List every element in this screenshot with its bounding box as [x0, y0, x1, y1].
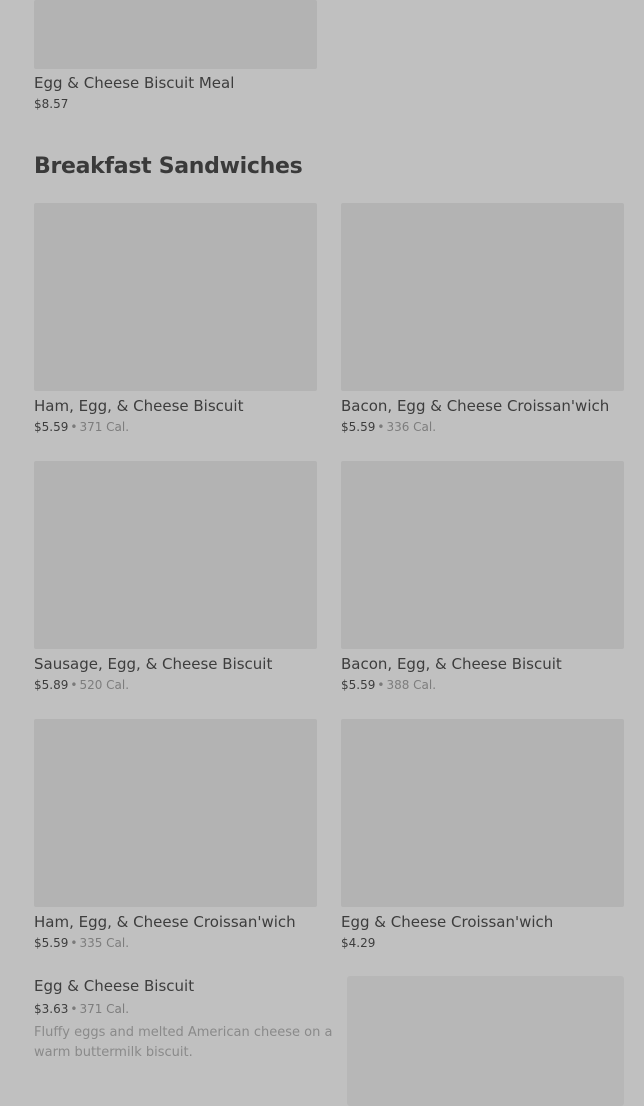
menu-item-card[interactable]: Ham, Egg, & Cheese Biscuit $5.59 • 371 Cal… [34, 203, 317, 435]
menu-item-meta: $5.59 • 388 Cal. [341, 677, 624, 693]
separator-dot: • [377, 678, 385, 692]
menu-item-meta: $4.29 [341, 935, 624, 951]
menu-item-name: Ham, Egg, & Cheese Croissan'wich [34, 913, 296, 931]
menu-item-calories: 371 Cal. [79, 420, 130, 434]
menu-item-image [34, 0, 317, 69]
menu-item-card[interactable]: Ham, Egg, & Cheese Croissan'wich $5.59 • 3… [34, 719, 317, 951]
menu-item-image [341, 203, 624, 391]
menu-item-price: $3.63 [34, 1002, 69, 1016]
menu-item-card[interactable]: Egg & Cheese Croissan'wich $4.29 [341, 719, 624, 951]
section-title: Breakfast Sandwiches [34, 154, 303, 179]
separator-dot: • [70, 678, 78, 692]
menu-item-price: $5.89 [34, 678, 69, 692]
menu-item-price: $4.29 [341, 936, 376, 950]
menu-item-image [341, 719, 624, 907]
menu-item-calories: 336 Cal. [386, 420, 437, 434]
menu-item-calories: 520 Cal. [79, 678, 130, 692]
menu-item-calories: 371 Cal. [79, 1002, 130, 1016]
menu-item-name: Egg & Cheese Croissan'wich [341, 913, 554, 931]
featured-menu-item-image[interactable] [347, 976, 624, 1106]
menu-item-description: Fluffy eggs and melted American cheese o… [34, 1025, 333, 1060]
menu-item-meta: $3.63 • 371 Cal. [34, 1001, 334, 1017]
menu-item-price: $5.59 [341, 420, 376, 434]
menu-item-meta: $8.57 [34, 96, 317, 112]
menu-item-price: $5.59 [34, 420, 69, 434]
menu-item-meta: $5.59 • 336 Cal. [341, 419, 624, 435]
menu-item-calories: 388 Cal. [386, 678, 437, 692]
menu-item-name: Bacon, Egg, & Cheese Biscuit [341, 655, 562, 673]
menu-item-card[interactable]: Bacon, Egg, & Cheese Biscuit $5.59 • 388 C… [341, 461, 624, 693]
menu-item-name: Sausage, Egg, & Cheese Biscuit [34, 655, 273, 673]
menu-item-price: $8.57 [34, 97, 69, 111]
separator-dot: • [70, 936, 78, 950]
menu-item-price: $5.59 [34, 936, 69, 950]
menu-item-meta: $5.59 • 371 Cal. [34, 419, 317, 435]
menu-item-name: Egg & Cheese Biscuit [34, 977, 195, 995]
separator-dot: • [70, 1002, 78, 1016]
menu-item-price: $5.59 [341, 678, 376, 692]
menu-item-image [34, 203, 317, 391]
menu-item-card[interactable]: Bacon, Egg & Cheese Croissan'wich $5.59 •… [341, 203, 624, 435]
separator-dot: • [70, 420, 78, 434]
menu-item-name: Egg & Cheese Biscuit Meal [34, 74, 235, 92]
separator-dot: • [377, 420, 385, 434]
menu-item-meta: $5.89 • 520 Cal. [34, 677, 317, 693]
featured-menu-item[interactable]: Egg & Cheese Biscuit $3.63 • 371 Cal. Fluf… [34, 976, 334, 1063]
menu-item-image [34, 719, 317, 907]
menu-item-card[interactable]: Sausage, Egg, & Cheese Biscuit $5.89 • 520… [34, 461, 317, 693]
menu-item-image [34, 461, 317, 649]
menu-item-card[interactable]: Egg & Cheese Biscuit Meal $8.57 [34, 0, 317, 112]
menu-item-meta: $5.59 • 335 Cal. [34, 935, 317, 951]
menu-item-calories: 335 Cal. [79, 936, 130, 950]
menu-item-name: Bacon, Egg & Cheese Croissan'wich [341, 397, 610, 415]
menu-item-image [341, 461, 624, 649]
menu-item-name: Ham, Egg, & Cheese Biscuit [34, 397, 244, 415]
